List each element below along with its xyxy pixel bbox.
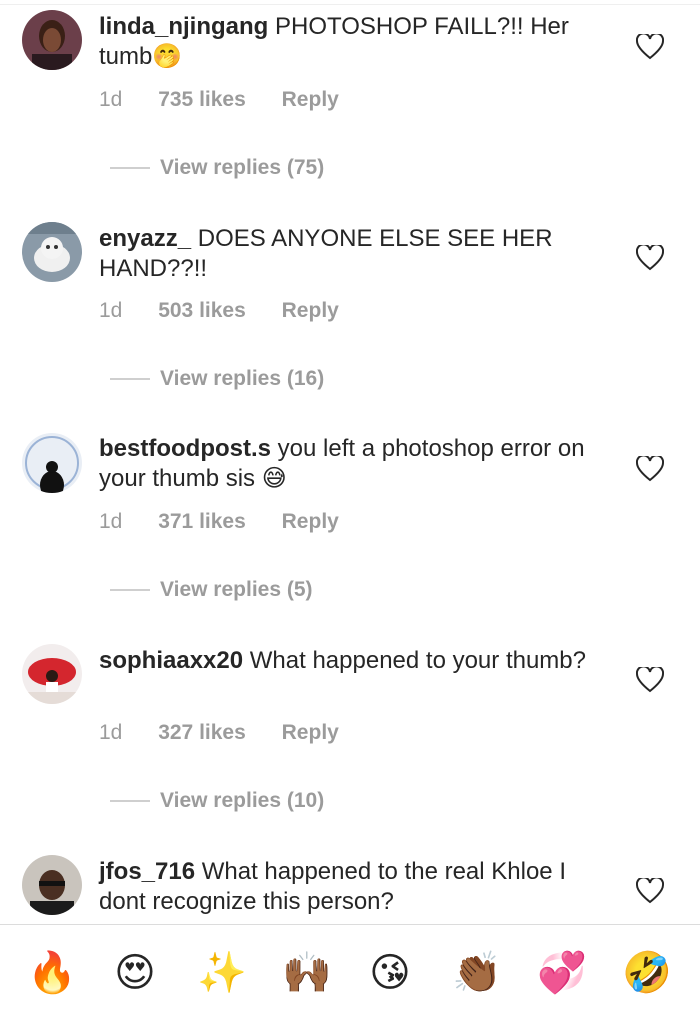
view-replies-label: View replies (10) (160, 789, 325, 812)
fire-emoji-button[interactable]: 🔥 (27, 950, 77, 996)
replies-divider-line (110, 589, 150, 592)
likes-count[interactable]: 327 likes (158, 721, 246, 745)
comment-username[interactable]: sophiaaxx20 (99, 647, 243, 674)
likes-count[interactable]: 503 likes (158, 299, 246, 323)
comment-meta: 1d 327 likes Reply (99, 721, 339, 745)
view-replies-button[interactable]: View replies (16) (110, 367, 324, 391)
reply-button[interactable]: Reply (282, 88, 339, 112)
comment-text: enyazz_ DOES ANYONE ELSE SEE HER HAND??!… (99, 224, 619, 284)
revolving-hearts-emoji-button[interactable]: 💞 (537, 950, 587, 996)
heart-icon[interactable] (636, 245, 664, 271)
comment-time: 1d (99, 510, 123, 533)
view-replies-label: View replies (16) (160, 367, 325, 390)
rofl-emoji-button[interactable]: 🤣 (622, 950, 672, 996)
avatar[interactable] (22, 855, 82, 915)
comment-body: What happened to your thumb? (249, 647, 586, 674)
sparkles-emoji-button[interactable]: ✨ (197, 950, 247, 996)
comment-text: sophiaaxx20 What happened to your thumb? (99, 646, 619, 676)
likes-count[interactable]: 371 likes (158, 510, 246, 534)
comment-time: 1d (99, 721, 123, 744)
comment-meta: 1d 503 likes Reply (99, 299, 339, 323)
comment-meta: 1d 735 likes Reply (99, 88, 339, 112)
avatar[interactable] (22, 222, 82, 282)
heart-icon[interactable] (636, 667, 664, 693)
clapping-emoji-button[interactable]: 👏🏾 (452, 950, 502, 996)
comment-username[interactable]: linda_njingang (99, 13, 268, 40)
replies-divider-line (110, 800, 150, 803)
comment-time: 1d (99, 88, 123, 111)
replies-divider-line (110, 167, 150, 170)
comment-meta: 1d 371 likes Reply (99, 510, 339, 534)
view-replies-button[interactable]: View replies (5) (110, 578, 313, 602)
heart-icon[interactable] (636, 34, 664, 60)
comment-text: bestfoodpost.s you left a photoshop erro… (99, 434, 619, 494)
reply-button[interactable]: Reply (282, 721, 339, 745)
view-replies-label: View replies (75) (160, 156, 325, 179)
kiss-emoji-button[interactable]: 😘 (367, 950, 413, 996)
comment-time: 1d (99, 299, 123, 322)
heart-eyes-emoji-button[interactable]: 😍 (112, 950, 158, 996)
view-replies-button[interactable]: View replies (75) (110, 156, 324, 180)
raised-hands-emoji-button[interactable]: 🙌🏾 (282, 950, 332, 996)
comment-emoji: 😅 (261, 465, 287, 492)
heart-icon[interactable] (636, 878, 664, 904)
avatar[interactable] (22, 433, 82, 493)
comment-text: jfos_716 What happened to the real Khloe… (99, 857, 619, 917)
heart-icon[interactable] (636, 456, 664, 482)
likes-count[interactable]: 735 likes (158, 88, 246, 112)
emoji-quick-bar: 🔥 😍 ✨ 🙌🏾 😘 👏🏾 💞 🤣 (0, 924, 700, 1025)
comment-emoji: 🤭 (152, 43, 183, 70)
comment-username[interactable]: bestfoodpost.s (99, 435, 271, 462)
replies-divider-line (110, 378, 150, 381)
reply-button[interactable]: Reply (282, 299, 339, 323)
reply-button[interactable]: Reply (282, 510, 339, 534)
comment-username[interactable]: enyazz_ (99, 225, 191, 252)
view-replies-label: View replies (5) (160, 578, 313, 601)
top-divider (0, 4, 700, 5)
comment-text: linda_njingang PHOTOSHOP FAILL?!! Her tu… (99, 12, 619, 72)
comment-username[interactable]: jfos_716 (99, 858, 195, 885)
view-replies-button[interactable]: View replies (10) (110, 789, 324, 813)
avatar[interactable] (22, 10, 82, 70)
avatar[interactable] (22, 644, 82, 704)
